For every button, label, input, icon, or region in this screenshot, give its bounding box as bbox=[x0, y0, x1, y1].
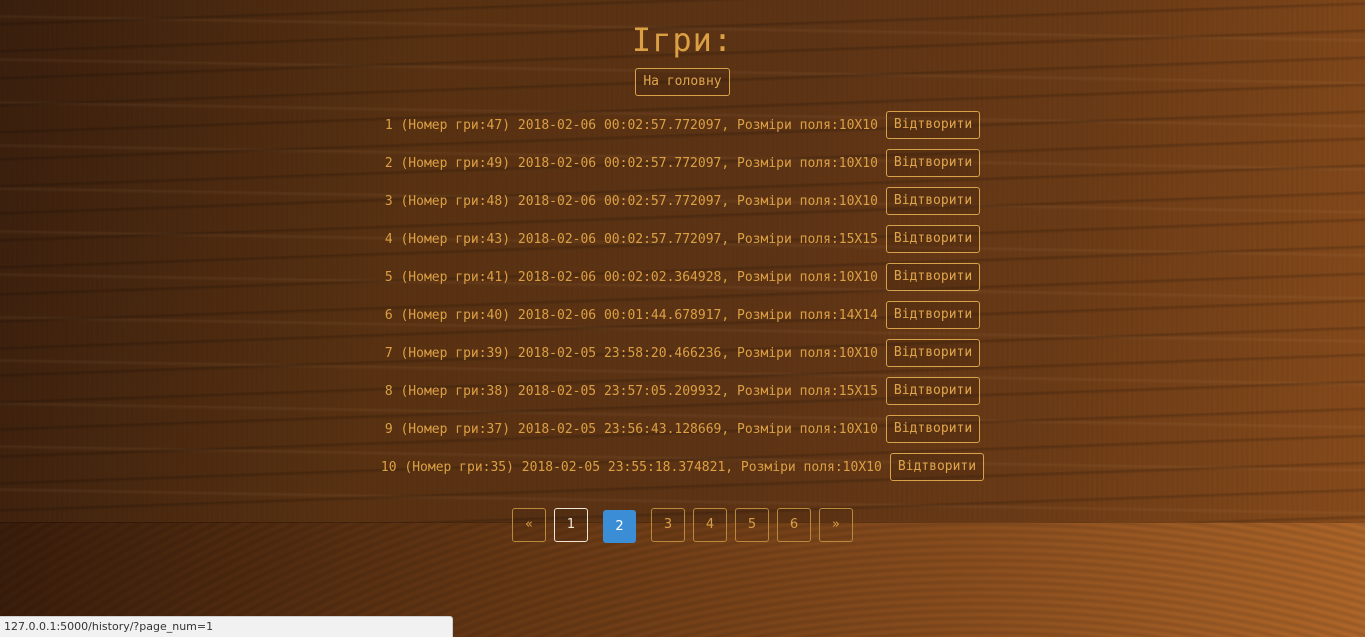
game-info: 3 (Номер гри:48) 2018-02-06 00:02:57.772… bbox=[384, 193, 878, 209]
pagination: « 1 2 3 4 5 6 » bbox=[0, 506, 1365, 543]
replay-button[interactable]: Відтворити bbox=[885, 415, 981, 443]
game-row: 3 (Номер гри:48) 2018-02-06 00:02:57.772… bbox=[0, 182, 1365, 220]
browser-status-bar: 127.0.0.1:5000/history/?page_num=1 bbox=[0, 616, 453, 637]
game-row: 2 (Номер гри:49) 2018-02-06 00:02:57.772… bbox=[0, 144, 1365, 182]
replay-button[interactable]: Відтворити bbox=[885, 263, 981, 291]
home-button-wrap: На головну bbox=[0, 60, 1365, 96]
game-row: 7 (Номер гри:39) 2018-02-05 23:58:20.466… bbox=[0, 334, 1365, 372]
game-row: 6 (Номер гри:40) 2018-02-06 00:01:44.678… bbox=[0, 296, 1365, 334]
game-row: 1 (Номер гри:47) 2018-02-06 00:02:57.772… bbox=[0, 106, 1365, 144]
game-info: 8 (Номер гри:38) 2018-02-05 23:57:05.209… bbox=[384, 383, 878, 399]
page-link-2-active[interactable]: 2 bbox=[603, 510, 636, 543]
page-link-5[interactable]: 5 bbox=[735, 507, 769, 542]
page-link-6[interactable]: 6 bbox=[777, 507, 811, 542]
game-info: 1 (Номер гри:47) 2018-02-06 00:02:57.772… bbox=[384, 117, 878, 133]
game-row: 10 (Номер гри:35) 2018-02-05 23:55:18.37… bbox=[0, 448, 1365, 486]
game-row: 5 (Номер гри:41) 2018-02-06 00:02:02.364… bbox=[0, 258, 1365, 296]
game-row: 9 (Номер гри:37) 2018-02-05 23:56:43.128… bbox=[0, 410, 1365, 448]
game-info: 10 (Номер гри:35) 2018-02-05 23:55:18.37… bbox=[380, 459, 882, 475]
replay-button[interactable]: Відтворити bbox=[885, 377, 981, 405]
replay-button[interactable]: Відтворити bbox=[885, 111, 981, 139]
game-info: 5 (Номер гри:41) 2018-02-06 00:02:02.364… bbox=[384, 269, 878, 285]
game-row: 8 (Номер гри:38) 2018-02-05 23:57:05.209… bbox=[0, 372, 1365, 410]
replay-button[interactable]: Відтворити bbox=[885, 301, 981, 329]
game-info: 4 (Номер гри:43) 2018-02-06 00:02:57.772… bbox=[384, 231, 878, 247]
replay-button[interactable]: Відтворити bbox=[885, 149, 981, 177]
status-url: 127.0.0.1:5000/history/?page_num=1 bbox=[4, 620, 214, 633]
game-info: 9 (Номер гри:37) 2018-02-05 23:56:43.128… bbox=[384, 421, 878, 437]
games-list: 1 (Номер гри:47) 2018-02-06 00:02:57.772… bbox=[0, 106, 1365, 486]
main-content: Ігри: На головну 1 (Номер гри:47) 2018-0… bbox=[0, 0, 1365, 486]
home-button[interactable]: На головну bbox=[635, 68, 730, 96]
game-info: 6 (Номер гри:40) 2018-02-06 00:01:44.678… bbox=[384, 307, 878, 323]
game-row: 4 (Номер гри:43) 2018-02-06 00:02:57.772… bbox=[0, 220, 1365, 258]
pagination-next[interactable]: » bbox=[819, 507, 853, 542]
game-info: 7 (Номер гри:39) 2018-02-05 23:58:20.466… bbox=[384, 345, 878, 361]
replay-button[interactable]: Відтворити bbox=[885, 225, 981, 253]
pagination-prev[interactable]: « bbox=[512, 507, 546, 542]
game-info: 2 (Номер гри:49) 2018-02-06 00:02:57.772… bbox=[384, 155, 878, 171]
page-title: Ігри: bbox=[631, 21, 734, 59]
page-link-3[interactable]: 3 bbox=[651, 507, 685, 542]
replay-button[interactable]: Відтворити bbox=[885, 339, 981, 367]
page-link-1[interactable]: 1 bbox=[554, 507, 588, 542]
page-link-4[interactable]: 4 bbox=[693, 507, 727, 542]
replay-button[interactable]: Відтворити bbox=[885, 187, 981, 215]
replay-button[interactable]: Відтворити bbox=[889, 453, 985, 481]
